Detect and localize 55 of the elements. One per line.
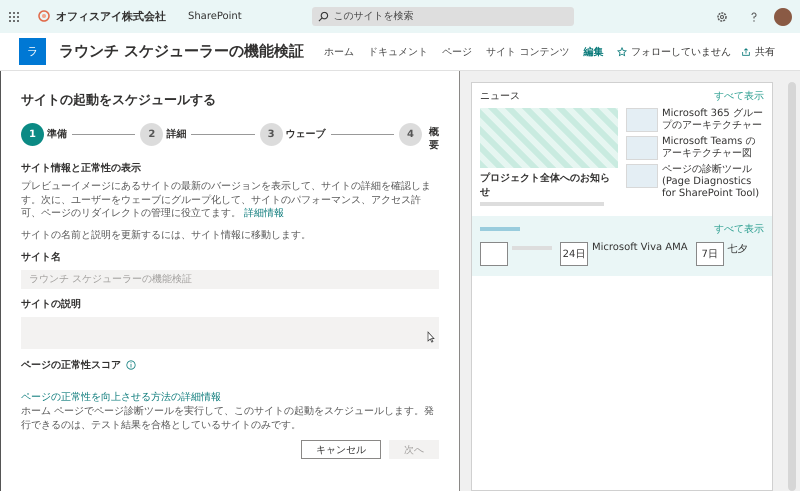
share-link[interactable]: 共有 [755, 44, 775, 58]
thumbnail-placeholder [626, 164, 658, 188]
news-headline[interactable]: ページの診断ツール (Page Diagnostics for SharePoint Tool) [662, 164, 764, 200]
panel-title: サイトの起動をスケジュールする [21, 92, 217, 109]
cancel-button[interactable]: キャンセル [301, 440, 381, 459]
step-number: 4 [398, 123, 422, 146]
intro-paragraph: プレビューイメージにあるサイトの最新のバージョンを表示して、サイトの詳細を確認します。次に、ユーザーをウェーブにグループ化して、サイトのパフォーマンス、アクセス許可、ページのリダイレクトの管理に役立てます。 詳細情報 [21, 180, 432, 220]
section-title: サイト情報と正常性の表示 [21, 162, 142, 175]
step-label: 詳細 [166, 128, 186, 142]
avatar[interactable] [774, 8, 792, 26]
step-label: 概要 [428, 126, 439, 152]
event-title[interactable]: 七夕 [728, 242, 748, 256]
news-headline[interactable]: プロジェクト全体へのお知らせ [480, 171, 618, 199]
step-label: ウェーブ [286, 128, 326, 142]
scrollbar[interactable] [788, 82, 796, 491]
event-date: 24日 [560, 242, 588, 266]
news-headline[interactable]: Microsoft Teams のアーキテクチャー図 [662, 136, 764, 160]
share-icon[interactable] [741, 46, 751, 56]
health-info-link[interactable]: ページの正常性を向上させる方法の詳細情報 [21, 390, 221, 404]
nav-link[interactable]: ホーム [324, 44, 354, 58]
app-name[interactable]: SharePoint [188, 11, 242, 22]
thumbnail-placeholder [626, 108, 658, 132]
thumbnail-placeholder [626, 136, 658, 160]
input-field[interactable]: ラウンチ スケジューラーの機能検証 [21, 270, 439, 289]
follow-link[interactable]: フォローしていません [631, 44, 731, 58]
info-icon[interactable] [126, 360, 136, 370]
mouse-pointer-icon [427, 331, 435, 343]
step-number: 2 [140, 123, 164, 146]
event-date: 7日 [696, 242, 724, 266]
note-text: サイトの名前と説明を更新するには、サイト情報に移動します。 [21, 228, 312, 242]
date-range-placeholder [480, 242, 508, 266]
site-title[interactable]: ラウンチ スケジューラーの機能検証 [59, 42, 304, 61]
search-field[interactable]: このサイトを検索 [312, 7, 574, 26]
nav-link[interactable]: ドキュメント [368, 44, 428, 58]
health-description: ホーム ページでページ診断ツールを実行して、このサイトの起動をスケジュールします。発行できるのは、テスト結果を合格としているサイトのみです。 [21, 405, 436, 432]
nav-link[interactable]: ページ [442, 44, 472, 58]
nav-link[interactable]: 編集 [583, 44, 604, 58]
settings-icon[interactable] [716, 10, 728, 22]
star-icon[interactable] [617, 46, 627, 56]
site-logo[interactable]: ラ [19, 38, 46, 65]
field-label: サイトの説明 [21, 298, 82, 311]
org-name[interactable]: オフィスアイ株式会社 [56, 9, 166, 24]
learn-more-link[interactable]: 詳細情報 [244, 208, 284, 219]
nav-link[interactable]: サイト コンテンツ [486, 44, 570, 58]
add-event-placeholder [480, 227, 520, 231]
news-headline[interactable]: Microsoft 365 グループのアーキテクチャー [662, 108, 764, 132]
step-label: 準備 [47, 128, 67, 142]
app-launcher-icon[interactable] [8, 10, 20, 22]
event-title[interactable]: Microsoft Viva AMA [592, 242, 688, 253]
health-score-label: ページの正常性スコア [21, 358, 121, 372]
logo-icon [36, 8, 52, 24]
step-number: 1 [21, 123, 44, 146]
news-heading: ニュース [480, 90, 520, 103]
field-label: サイト名 [21, 250, 62, 264]
step-number: 3 [260, 123, 283, 146]
